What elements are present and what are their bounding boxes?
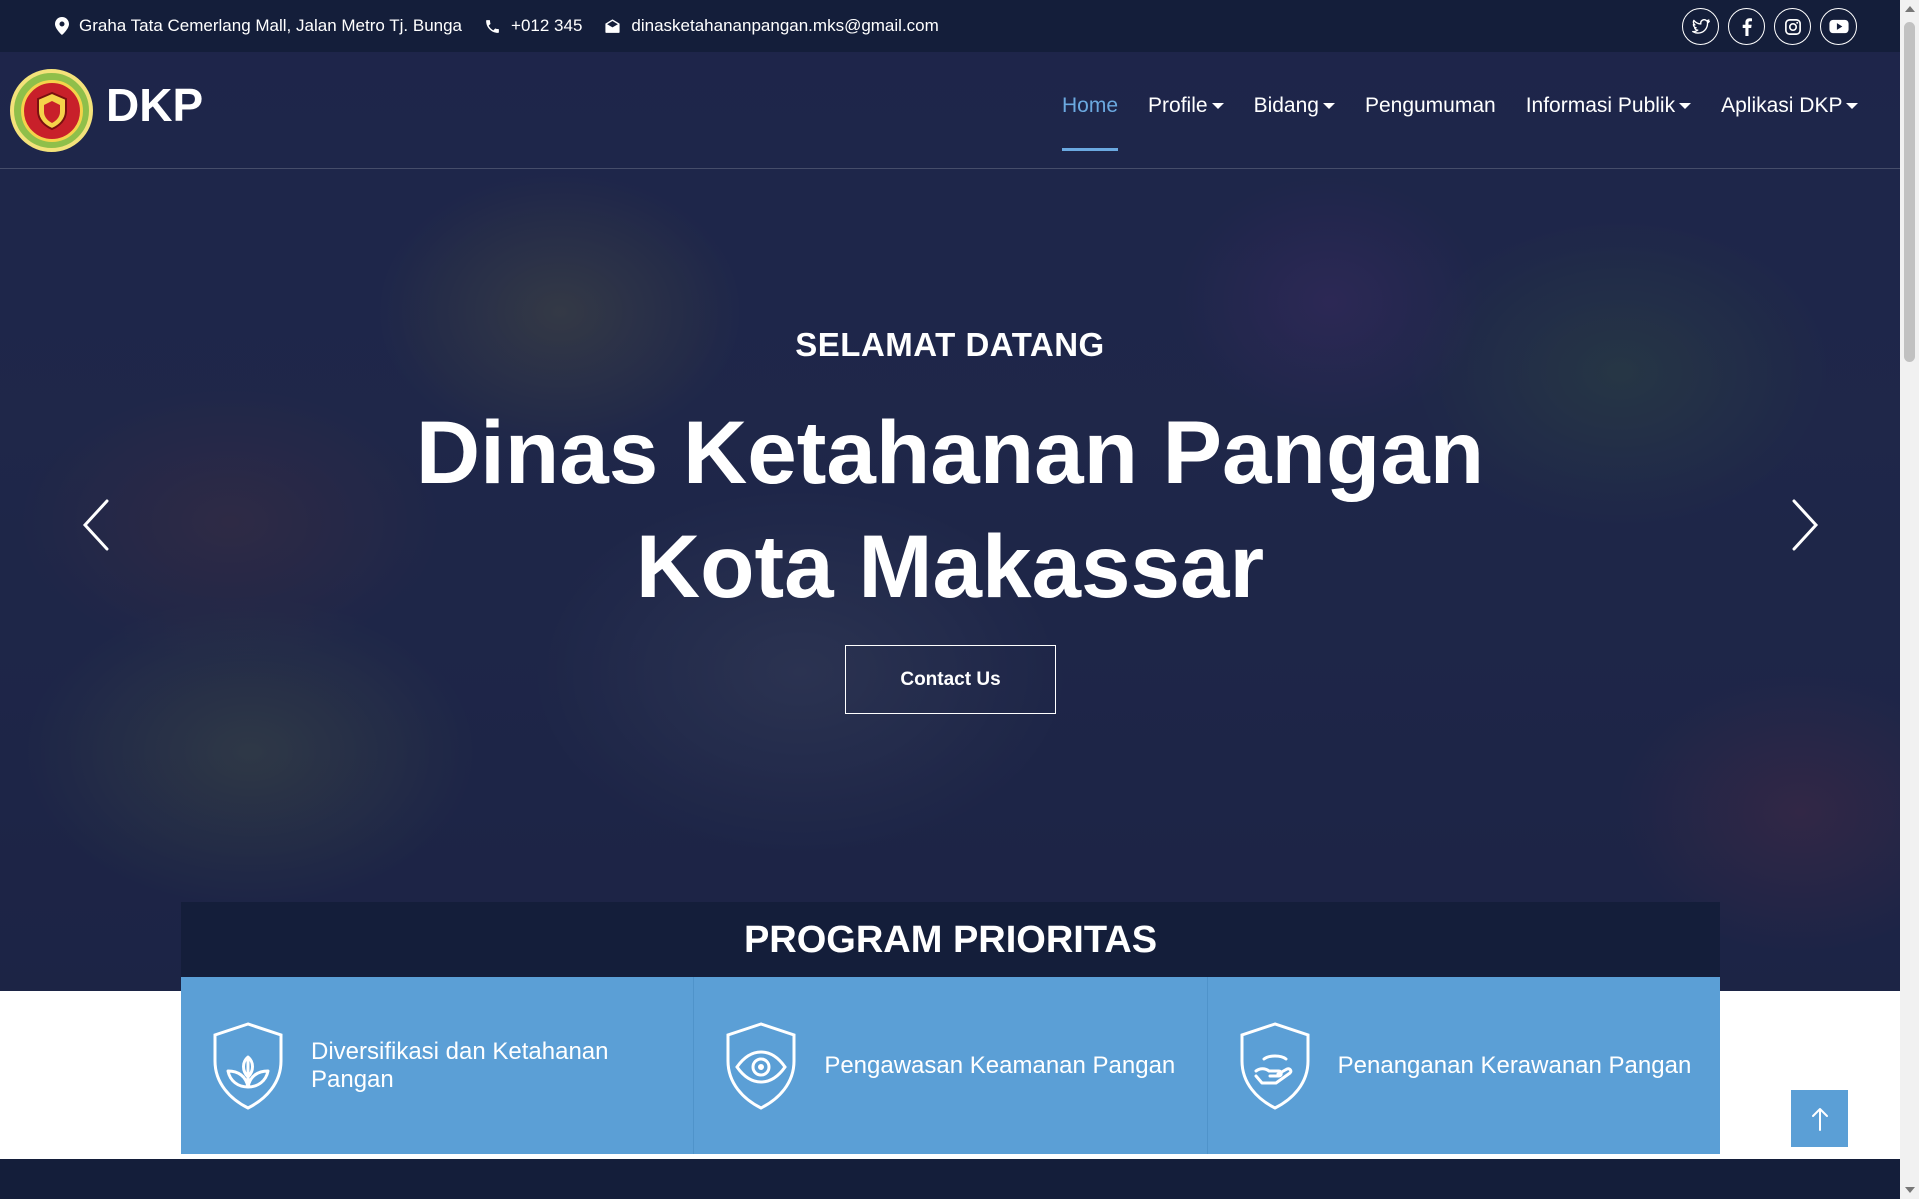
program-cards: Diversifikasi dan Ketahanan Pangan Penga… bbox=[181, 977, 1720, 1154]
nav-label-informasi-publik: Informasi Publik bbox=[1525, 94, 1676, 117]
instagram-icon bbox=[1784, 18, 1801, 35]
program-card-diversifikasi[interactable]: Diversifikasi dan Ketahanan Pangan bbox=[181, 977, 695, 1154]
program-prioritas-heading: PROGRAM PRIORITAS bbox=[181, 902, 1720, 978]
phone-text: +012 345 bbox=[511, 16, 583, 35]
location-pin-icon bbox=[55, 17, 69, 35]
facebook-icon bbox=[1742, 17, 1752, 36]
brand-name[interactable]: DKP bbox=[106, 78, 203, 132]
nav-label-profile: Profile bbox=[1148, 94, 1208, 117]
address-text: Graha Tata Cemerlang Mall, Jalan Metro T… bbox=[79, 16, 463, 35]
nav-label-pengumuman: Pengumuman bbox=[1364, 94, 1496, 117]
phone-icon bbox=[486, 19, 499, 33]
nav-label-aplikasi-dkp: Aplikasi DKP bbox=[1721, 94, 1843, 117]
nav-item-profile[interactable]: Profile bbox=[1148, 94, 1224, 148]
nav-item-bidang[interactable]: Bidang bbox=[1254, 94, 1335, 148]
arrow-up-icon bbox=[1811, 1107, 1828, 1131]
chevron-left-icon bbox=[82, 499, 109, 551]
email-info: dinasketahananpangan.mks@gmail.com bbox=[604, 16, 939, 36]
caret-down-icon bbox=[1679, 103, 1692, 109]
caret-down-icon bbox=[1846, 103, 1859, 109]
program-card-label: Pengawasan Keamanan Pangan bbox=[824, 1051, 1176, 1079]
scroll-down-arrow-icon[interactable] bbox=[1905, 1187, 1915, 1193]
caret-down-icon bbox=[1211, 103, 1224, 109]
scroll-up-arrow-icon[interactable] bbox=[1905, 6, 1915, 12]
address-info: Graha Tata Cemerlang Mall, Jalan Metro T… bbox=[55, 16, 462, 36]
hero-title-line-2: Kota Makassar bbox=[635, 516, 1265, 616]
twitter-link[interactable] bbox=[1682, 8, 1719, 45]
logo-emblem bbox=[20, 79, 83, 142]
hero-title-line-1: Dinas Ketahanan Pangan bbox=[415, 402, 1485, 502]
program-card-pengawasan[interactable]: Pengawasan Keamanan Pangan bbox=[694, 977, 1208, 1154]
hero-title: Dinas Ketahanan Pangan Kota Makassar bbox=[0, 395, 1900, 623]
facebook-link[interactable] bbox=[1728, 8, 1765, 45]
program-card-label: Penanganan Kerawanan Pangan bbox=[1337, 1051, 1692, 1079]
social-links bbox=[1682, 8, 1857, 45]
envelope-open-icon bbox=[605, 18, 620, 33]
program-card-label: Diversifikasi dan Ketahanan Pangan bbox=[311, 1037, 609, 1093]
nav-item-informasi-publik[interactable]: Informasi Publik bbox=[1525, 94, 1692, 148]
youtube-link[interactable] bbox=[1820, 8, 1857, 45]
nav-label-bidang: Bidang bbox=[1253, 94, 1319, 117]
footer-band bbox=[0, 1159, 1900, 1199]
shield-leaf-icon bbox=[213, 1021, 283, 1110]
phone-info: +012 345 bbox=[484, 16, 582, 36]
page-scrollbar[interactable] bbox=[1900, 0, 1919, 1199]
back-to-top-button[interactable] bbox=[1791, 1090, 1848, 1147]
city-logo[interactable] bbox=[10, 69, 93, 152]
caret-down-icon bbox=[1322, 103, 1335, 109]
scrollbar-thumb[interactable] bbox=[1904, 22, 1915, 362]
nav-item-home[interactable]: Home bbox=[1062, 94, 1119, 151]
hero-subtitle: SELAMAT DATANG bbox=[795, 326, 1105, 363]
nav-item-pengumuman[interactable]: Pengumuman bbox=[1365, 94, 1496, 148]
twitter-icon bbox=[1691, 18, 1710, 34]
shield-hand-icon bbox=[1240, 1021, 1310, 1110]
hero-carousel: DKP Home Profile Bidang Pengumuman Infor… bbox=[0, 52, 1900, 991]
nav-menu: Home Profile Bidang Pengumuman Informasi… bbox=[1062, 94, 1859, 151]
program-card-penanganan[interactable]: Penanganan Kerawanan Pangan bbox=[1207, 977, 1720, 1154]
emblem-shield-icon bbox=[36, 91, 67, 130]
carousel-prev-button[interactable] bbox=[76, 490, 116, 560]
email-text: dinasketahananpangan.mks@gmail.com bbox=[631, 16, 939, 35]
youtube-icon bbox=[1828, 19, 1849, 34]
nav-item-aplikasi-dkp[interactable]: Aplikasi DKP bbox=[1721, 94, 1859, 148]
contact-us-button[interactable]: Contact Us bbox=[845, 645, 1056, 714]
top-info-bar: Graha Tata Cemerlang Mall, Jalan Metro T… bbox=[0, 0, 1900, 52]
chevron-right-icon bbox=[1792, 499, 1819, 551]
shield-eye-icon bbox=[726, 1021, 796, 1110]
carousel-next-button[interactable] bbox=[1785, 490, 1825, 560]
nav-label-home: Home bbox=[1062, 94, 1119, 117]
instagram-link[interactable] bbox=[1774, 8, 1811, 45]
main-navbar: DKP Home Profile Bidang Pengumuman Infor… bbox=[0, 52, 1900, 169]
